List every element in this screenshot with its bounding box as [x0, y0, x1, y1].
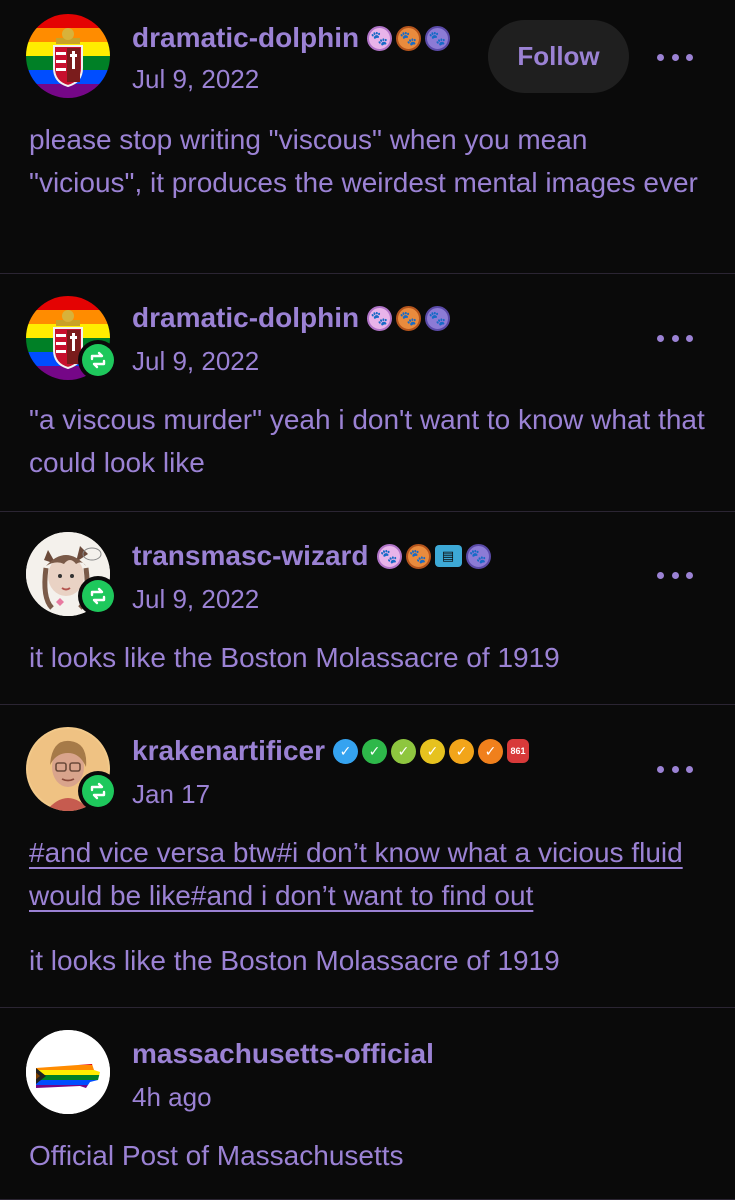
check-badge-green-icon[interactable]: ✓: [362, 738, 388, 764]
username[interactable]: massachusetts-official: [132, 1038, 434, 1070]
badge-row: 🐾 🐾 🐾: [367, 25, 451, 51]
post-date[interactable]: Jul 9, 2022: [132, 346, 259, 377]
more-options-icon[interactable]: [657, 763, 693, 775]
post-body: it looks like the Boston Molassacre of 1…: [29, 945, 560, 976]
post-body: "a viscous murder" yeah i don't want to …: [29, 404, 705, 478]
avatar[interactable]: [26, 532, 118, 616]
paw-badge-purple-icon[interactable]: 🐾: [425, 25, 451, 51]
check-badge-blue-icon[interactable]: ✓: [333, 738, 359, 764]
post: transmasc-wizard 🐾 🐾 ▤ 🐾 Jul 9, 2022 it …: [0, 512, 735, 705]
check-badge-orange-icon[interactable]: ✓: [478, 738, 504, 764]
post: dramatic-dolphin 🐾 🐾 🐾 Jul 9, 2022 "a vi…: [0, 274, 735, 512]
post-date[interactable]: 4h ago: [132, 1082, 212, 1113]
paw-badge-purple-icon[interactable]: 🐾: [425, 305, 451, 331]
post: krakenartificer ✓ ✓ ✓ ✓ ✓ ✓ 861 Jan 17 #…: [0, 705, 735, 1008]
badge-row: 🐾 🐾 ▤ 🐾: [376, 543, 491, 569]
paw-badge-pink-icon[interactable]: 🐾: [367, 25, 393, 51]
post-header: dramatic-dolphin 🐾 🐾 🐾: [132, 302, 451, 334]
more-options-icon[interactable]: [657, 51, 693, 63]
avatar[interactable]: [26, 727, 118, 811]
avatar[interactable]: [26, 296, 118, 380]
badge-row: ✓ ✓ ✓ ✓ ✓ ✓ 861: [333, 738, 530, 764]
reblog-icon: [78, 340, 118, 380]
username[interactable]: krakenartificer: [132, 735, 325, 767]
avatar[interactable]: [26, 1030, 110, 1114]
badge-row: 🐾 🐾 🐾: [367, 305, 451, 331]
username[interactable]: dramatic-dolphin: [132, 302, 359, 334]
counter-badge-icon[interactable]: 861: [507, 739, 530, 763]
follow-button[interactable]: Follow: [488, 20, 629, 93]
post: massachusetts-official 4h ago Official P…: [0, 1008, 735, 1200]
check-badge-amber-icon[interactable]: ✓: [449, 738, 475, 764]
post-header: transmasc-wizard 🐾 🐾 ▤ 🐾: [132, 540, 491, 572]
paw-badge-orange-icon[interactable]: 🐾: [405, 543, 431, 569]
paw-badge-purple-icon[interactable]: 🐾: [465, 543, 491, 569]
post: dramatic-dolphin 🐾 🐾 🐾 Jul 9, 2022 Follo…: [0, 0, 735, 274]
post-date[interactable]: Jul 9, 2022: [132, 64, 259, 95]
check-badge-lime-icon[interactable]: ✓: [391, 738, 417, 764]
post-header: dramatic-dolphin 🐾 🐾 🐾: [132, 22, 451, 54]
avatar[interactable]: [26, 14, 110, 98]
post-date[interactable]: Jan 17: [132, 779, 210, 810]
paw-badge-orange-icon[interactable]: 🐾: [396, 305, 422, 331]
post-body: please stop writing "viscous" when you m…: [29, 124, 698, 198]
paw-badge-orange-icon[interactable]: 🐾: [396, 25, 422, 51]
robot-badge-icon[interactable]: ▤: [434, 545, 462, 567]
more-options-icon[interactable]: [657, 569, 693, 581]
post-body: it looks like the Boston Molassacre of 1…: [29, 642, 560, 673]
paw-badge-pink-icon[interactable]: 🐾: [376, 543, 402, 569]
post-body: Official Post of Massachusetts: [29, 1140, 404, 1171]
post-header: krakenartificer ✓ ✓ ✓ ✓ ✓ ✓ 861: [132, 735, 530, 767]
reblog-icon: [78, 771, 118, 811]
paw-badge-pink-icon[interactable]: 🐾: [367, 305, 393, 331]
reblog-icon: [78, 576, 118, 616]
post-tags[interactable]: #and vice versa btw#i don’t know what a …: [29, 831, 705, 917]
username[interactable]: dramatic-dolphin: [132, 22, 359, 54]
more-options-icon[interactable]: [657, 332, 693, 344]
post-header: massachusetts-official: [132, 1038, 442, 1070]
check-badge-yellow-icon[interactable]: ✓: [420, 738, 446, 764]
post-date[interactable]: Jul 9, 2022: [132, 584, 259, 615]
username[interactable]: transmasc-wizard: [132, 540, 369, 572]
